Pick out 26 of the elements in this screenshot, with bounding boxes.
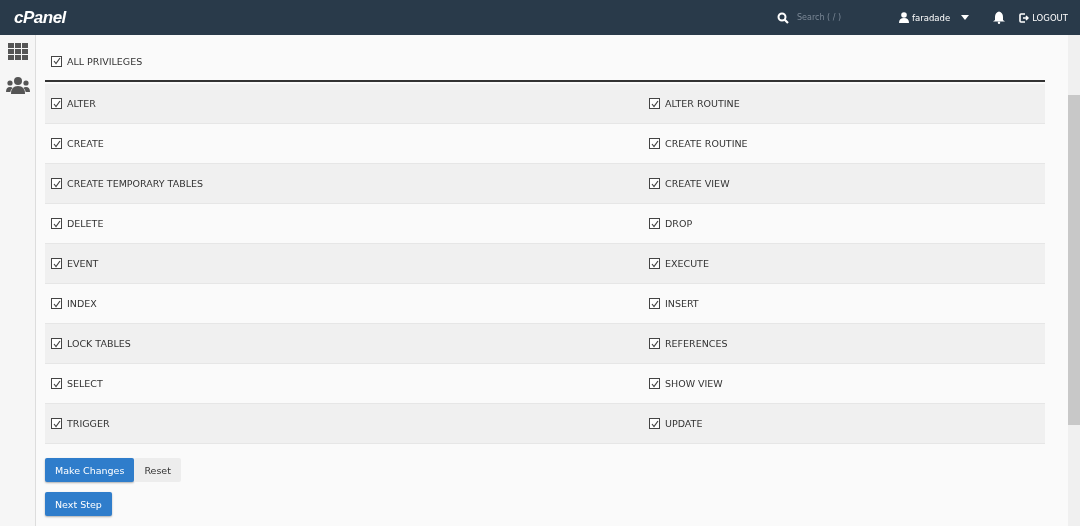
search-field[interactable]: Search ( / ) [795,12,880,23]
checkbox-label: REFERENCES [665,338,728,349]
checkbox-label: CREATE TEMPORARY TABLES [67,178,203,189]
next-step-button[interactable]: Next Step [45,492,112,516]
checkbox-label: SHOW VIEW [665,378,723,389]
checkbox-label: UPDATE [665,418,703,429]
checkbox-label: DELETE [67,218,104,229]
reset-button[interactable]: Reset [134,458,181,482]
logout-link[interactable]: LOGOUT [1032,12,1068,23]
checkbox-label: INDEX [67,298,97,309]
checkbox-label: ALL PRIVILEGES [67,55,143,67]
checkbox-label: ALTER ROUTINE [665,98,740,109]
logo[interactable]: cPanel [14,7,66,28]
checkbox-label: TRIGGER [67,418,110,429]
user-menu[interactable]: faradade [912,12,951,23]
checkbox-label: ALTER [67,98,96,109]
checkbox-label: CREATE VIEW [665,178,730,189]
checkbox-label: LOCK TABLES [67,338,131,349]
checkbox-label: SELECT [67,378,103,389]
checkbox-label: CREATE [67,138,104,149]
checkbox-label: DROP [665,218,693,229]
make-changes-button[interactable]: Make Changes [45,458,135,482]
checkbox-label: EXECUTE [665,258,709,269]
checkbox-label: INSERT [665,298,699,309]
checkbox-label: CREATE ROUTINE [665,138,748,149]
checkbox-label: EVENT [67,258,99,269]
